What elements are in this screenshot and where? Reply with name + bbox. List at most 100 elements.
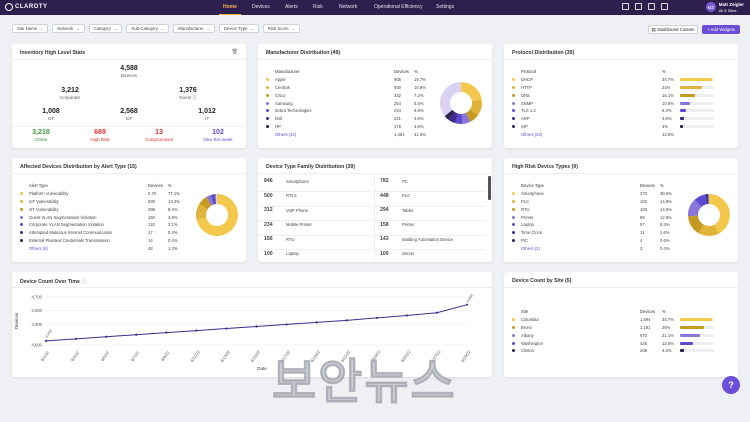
legend-dot [512, 192, 515, 196]
table-row[interactable]: External Plaintext Credentials Transmiss… [20, 237, 192, 245]
legend-dot [266, 78, 269, 82]
data-point[interactable] [195, 329, 198, 332]
nav-settings[interactable]: Settings [436, 4, 454, 10]
table-row[interactable]: Smartphone 273 38.6% [512, 190, 684, 198]
help-button[interactable]: ? [722, 376, 740, 394]
legend-dot [512, 215, 515, 219]
others-row[interactable]: Others (2) 3 0.4% [512, 244, 684, 252]
scrollbar[interactable] [488, 176, 491, 200]
table-row[interactable]: HTTP 24% [512, 84, 730, 92]
table-row[interactable]: Samsung 254 5.5% [266, 99, 436, 107]
device-family-item[interactable]: 100 Laptop [264, 251, 299, 257]
data-point[interactable] [105, 335, 108, 338]
filter-category[interactable]: Category ⌄ [88, 24, 123, 33]
table-row[interactable]: IoT Vulnerability 500 13.4% [20, 198, 192, 206]
device-family-item[interactable]: 448 PLC [380, 193, 410, 199]
table-row[interactable]: Guest VLAN Segmentation Violation 150 3.9% [20, 213, 192, 221]
filter-sub-category[interactable]: Sub-Category ⌄ [126, 24, 170, 33]
add-widgets-button[interactable]: + Add Widgets [702, 25, 740, 34]
chevron-down-icon: ⌄ [76, 26, 80, 31]
data-point[interactable] [405, 314, 408, 317]
data-point[interactable] [285, 323, 288, 326]
dashboard-custom-button[interactable]: ▤ Dashboard Custom [648, 25, 698, 34]
others-row[interactable]: Others (23) 12.8% [512, 130, 730, 138]
delete-icon[interactable]: 🗑 [232, 49, 238, 55]
data-point[interactable] [315, 321, 318, 324]
data-point[interactable] [74, 337, 78, 340]
legend-dot [512, 231, 515, 235]
table-row[interactable]: OT Vulnerability 296 8.4% [20, 205, 192, 213]
device-family-item[interactable]: 846 Smartphone [264, 178, 309, 184]
device-family-item[interactable]: 312 VoIP Phone [264, 207, 308, 213]
nav-alerts[interactable]: Alerts [285, 4, 298, 10]
data-point[interactable] [465, 303, 469, 306]
nav-risk[interactable]: Risk [313, 4, 323, 10]
table-row[interactable]: TLS 1.2 6.3% [512, 107, 730, 115]
data-point[interactable] [435, 311, 439, 314]
data-point[interactable] [345, 319, 348, 322]
nav-network[interactable]: Network [339, 4, 357, 10]
table-row[interactable]: PIC 4 0.6% [512, 237, 684, 245]
claroty-logo[interactable]: CLAROTY [5, 3, 48, 11]
data-point[interactable] [44, 339, 48, 342]
device-family-item[interactable]: 100 Server [380, 251, 414, 257]
device-family-item[interactable]: 156 RTU [264, 236, 295, 242]
filter-manufacturer[interactable]: Manufacturer ⌄ [173, 24, 215, 33]
device-family-item[interactable]: 234 Mobile Printer [264, 222, 312, 228]
notification-icon[interactable] [648, 3, 655, 10]
device-family-item[interactable]: 143 Building Automation Device [380, 236, 453, 242]
table-row[interactable]: Corporate VLAN Segmentation Violation 118… [20, 221, 192, 229]
data-point[interactable] [225, 327, 228, 330]
donut-slice[interactable] [440, 82, 461, 117]
filter-risk-score[interactable]: Risk Score ⌄ [262, 24, 300, 33]
table-row[interactable]: ARP 4.8% [512, 115, 730, 123]
nav-devices[interactable]: Devices [252, 4, 270, 10]
table-row[interactable]: Bronx 1,191 26% [512, 324, 730, 332]
data-point[interactable] [375, 316, 378, 320]
nav-home[interactable]: Home [219, 4, 241, 15]
table-row[interactable]: Printer 89 12.9% [512, 213, 684, 221]
nav-operational-efficiency[interactable]: Operational Efficiency [374, 4, 423, 10]
device-family-item[interactable]: 294 Tablet [380, 207, 413, 213]
table-row[interactable]: Columbia 1,594 34.7% [512, 316, 730, 324]
table-row[interactable]: PLC 102 14.8% [512, 198, 684, 206]
table-row[interactable]: DNS 16.1% [512, 91, 730, 99]
table-row[interactable]: Centrak 500 10.9% [266, 84, 436, 92]
data-point[interactable] [255, 325, 258, 328]
table-row[interactable]: Attempted Malicious Internet Communicati… [20, 229, 192, 237]
table-row[interactable]: Laptop 57 8.3% [512, 221, 684, 229]
table-row[interactable]: Zebra Technologies 224 4.9% [266, 107, 436, 115]
table-row[interactable]: Cisco 332 7.2% [266, 91, 436, 99]
table-row[interactable]: Dell 221 4.8% [266, 115, 436, 123]
new-this-week-count[interactable]: 102 [178, 129, 258, 136]
table-row[interactable]: Apple 905 19.7% [266, 76, 436, 84]
device-family-item[interactable]: 500 RTLS [264, 193, 297, 199]
others-row[interactable]: Others (8) 48 1.3% [20, 244, 192, 252]
data-point[interactable] [135, 333, 138, 336]
filter-network[interactable]: Network ⌄ [52, 24, 85, 33]
table-row[interactable]: Time Clock 11 1.6% [512, 229, 684, 237]
device-family-item[interactable]: 158 Printer [380, 222, 414, 228]
table-row[interactable]: Washington 425 13.6% [512, 339, 730, 347]
device-family-item[interactable]: 782 PC [380, 178, 408, 184]
settings-icon[interactable] [661, 3, 668, 10]
filter-icon[interactable] [635, 3, 642, 10]
table-row[interactable]: RTU 100 14.5% [512, 205, 684, 213]
y-tick-label: 4,500 [32, 308, 43, 313]
others-row[interactable]: Others (42) 1,451 31.6% [266, 130, 436, 138]
percent-bar-fill [680, 117, 685, 121]
table-row[interactable]: DHCP 34.7% [512, 76, 730, 84]
data-point[interactable] [165, 331, 168, 334]
donut-slice[interactable] [461, 82, 482, 102]
user-menu[interactable]: MZ Matt Zeigler All 5 Sites [705, 2, 744, 13]
export-icon[interactable] [622, 3, 629, 10]
filter-site-name[interactable]: Site Name ⌄ [12, 24, 49, 33]
table-row[interactable]: HP 176 3.8% [266, 123, 436, 131]
table-row[interactable]: SIP 3% [512, 123, 730, 131]
filter-device-type[interactable]: Device Type ⌄ [218, 24, 259, 33]
it-count: 1,012 [198, 108, 216, 115]
table-row[interactable]: Platform Vulnerability 2.7K 77.1% [20, 190, 192, 198]
table-row[interactable]: Clinton 208 4.5% [512, 347, 730, 355]
table-row[interactable]: Albany 970 21.1% [512, 331, 730, 339]
table-row[interactable]: SNMP 10.9% [512, 99, 730, 107]
